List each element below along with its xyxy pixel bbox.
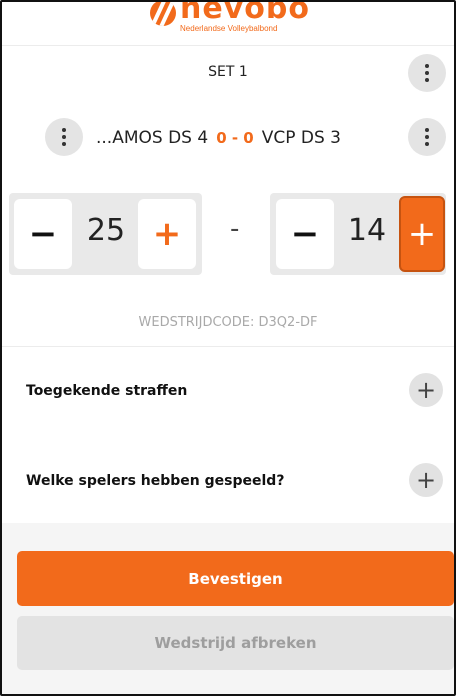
penalties-section[interactable]: Toegekende straffen +	[0, 373, 456, 413]
players-section[interactable]: Welke spelers hebben gespeeld? +	[0, 463, 456, 503]
divider	[0, 346, 456, 347]
app-header: nevobo Nederlandse Volleybalbond	[0, 0, 456, 46]
plus-icon: +	[415, 376, 437, 404]
players-label: Welke spelers hebben gespeeld?	[26, 473, 285, 489]
score-separator: -	[230, 214, 240, 244]
logo-subtitle: Nederlandse Volleybalbond	[180, 24, 278, 33]
confirm-button[interactable]: Bevestigen	[17, 551, 454, 606]
logo-wordmark: nevobo	[180, 0, 310, 26]
set-menu-button[interactable]	[408, 54, 446, 92]
away-team-menu-button[interactable]	[408, 118, 446, 156]
home-score-panel: − 25 +	[9, 193, 202, 275]
away-decrement-button[interactable]: −	[276, 199, 334, 269]
home-increment-button[interactable]: +	[138, 199, 196, 269]
plus-icon: +	[407, 214, 437, 254]
plus-icon: +	[415, 466, 437, 494]
away-team-name: VCP DS 3	[261, 128, 341, 148]
plus-icon: +	[152, 214, 182, 254]
sets-score: 0 - 0	[216, 129, 254, 147]
kebab-icon	[425, 64, 429, 82]
logo-text: nevobo Nederlandse Volleybalbond	[180, 0, 310, 33]
team-row: ...AMOS DS 4 0 - 0 VCP DS 3	[0, 118, 456, 158]
set-label: SET 1	[208, 64, 248, 80]
add-penalty-button[interactable]: +	[409, 373, 443, 407]
footer-area	[0, 523, 456, 696]
home-team-name: ...AMOS DS 4	[96, 128, 209, 148]
away-increment-button[interactable]: +	[399, 196, 445, 272]
kebab-icon	[425, 128, 429, 146]
match-code: WEDSTRIJDCODE: D3Q2-DF	[138, 315, 318, 330]
penalties-label: Toegekende straffen	[26, 383, 188, 399]
set-row: SET 1	[0, 54, 456, 92]
abort-match-button[interactable]: Wedstrijd afbreken	[17, 616, 454, 670]
volleyball-icon	[150, 0, 177, 26]
home-team-menu-button[interactable]	[45, 118, 83, 156]
away-score: 14	[347, 213, 387, 248]
nevobo-logo: nevobo Nederlandse Volleybalbond	[150, 0, 310, 33]
minus-icon: −	[290, 214, 320, 254]
minus-icon: −	[28, 214, 58, 254]
team-names: ...AMOS DS 4 0 - 0 VCP DS 3	[96, 128, 341, 148]
home-decrement-button[interactable]: −	[14, 199, 72, 269]
away-score-panel: − 14 +	[270, 193, 446, 275]
home-score: 25	[86, 213, 126, 248]
add-players-button[interactable]: +	[409, 463, 443, 497]
kebab-icon	[62, 128, 66, 146]
